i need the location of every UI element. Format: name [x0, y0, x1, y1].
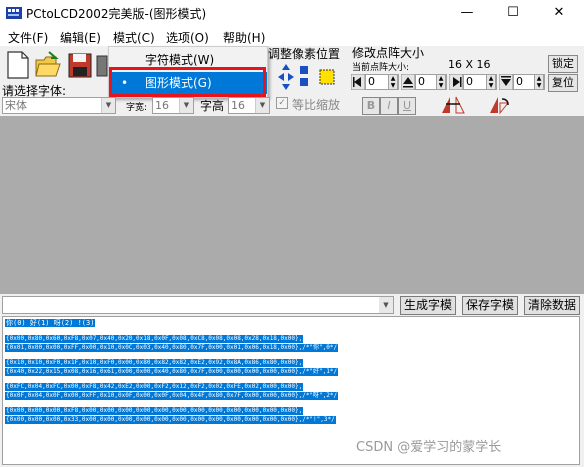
chevron-down-icon: ▼ — [179, 98, 193, 113]
output-line: {0x00,0x00,0x00,0xF8,0x00,0x00,0x00,0x00… — [5, 407, 304, 415]
partial-toolbar-icon[interactable] — [96, 50, 108, 80]
window-title: PCtoLCD2002完美版-(图形模式) — [26, 7, 207, 21]
menu-edit[interactable]: 编辑(E) — [60, 29, 101, 46]
font-select-value: 宋体 — [5, 99, 27, 112]
chevron-down-icon: ▼ — [101, 98, 115, 113]
menu-item-label: 字符模式(W) — [145, 53, 215, 67]
underline-button[interactable]: U — [398, 97, 416, 115]
output-line: {0x01,0x00,0x00,0xFF,0x00,0x10,0x0C,0x03… — [5, 344, 339, 352]
red-highlight-box — [109, 67, 266, 97]
lock-button[interactable]: 锁定 — [548, 55, 578, 73]
bold-button[interactable]: B — [362, 97, 380, 115]
current-size-label: 当前点阵大小: — [352, 63, 410, 73]
save-disk-icon[interactable] — [66, 50, 94, 80]
menu-help[interactable]: 帮助(H) — [223, 29, 265, 46]
adjust-pixel-label: 调整像素位置 — [268, 47, 341, 61]
chevron-down-icon: ▼ — [255, 98, 269, 113]
proportional-checkbox[interactable]: ✓ — [276, 97, 288, 109]
output-line: {0x10,0x10,0xF0,0x1F,0x10,0xF0,0x00,0x80… — [5, 359, 304, 367]
width-select-value: 16 — [155, 99, 169, 112]
spin-arrows-icon[interactable]: ▲ ▼ — [436, 74, 446, 90]
chevron-down-icon: ▼ — [379, 297, 393, 313]
open-folder-icon[interactable] — [34, 50, 62, 80]
new-file-icon[interactable] — [4, 50, 32, 80]
spin-arrows-icon[interactable]: ▲ ▼ — [388, 74, 398, 90]
output-line: {0x0F,0x04,0x0F,0x00,0xFF,0x10,0x0F,0x00… — [5, 392, 339, 400]
title-bar: PCtoLCD2002完美版-(图形模式) — ☐ ✕ — [0, 0, 584, 26]
width-select[interactable]: 16 ▼ — [152, 97, 194, 114]
minimize-button[interactable]: — — [444, 0, 490, 26]
font-select[interactable]: 宋体 ▼ — [2, 97, 116, 114]
output-line: 你(0) 好(1) 呀(2) !(3) — [5, 319, 96, 327]
drawing-canvas[interactable] — [0, 116, 584, 294]
pixel-shift-icons[interactable] — [276, 62, 338, 92]
watermark: CSDN @爱学习的蒙学长 — [356, 440, 502, 455]
italic-button[interactable]: I — [380, 97, 398, 115]
menu-bar: 文件(F) 编辑(E) 模式(C) 选项(O) 帮助(H) — [0, 26, 584, 46]
close-button[interactable]: ✕ — [536, 0, 582, 26]
width-decrease-icon[interactable] — [351, 74, 365, 90]
current-size-value: 16 X 16 — [448, 58, 491, 71]
restore-button[interactable]: 复位 — [548, 74, 578, 92]
proportional-label: 等比缩放 — [292, 98, 341, 112]
width-increase-icon[interactable] — [449, 74, 463, 90]
spin-arrows-icon[interactable]: ▲ ▼ — [534, 74, 544, 90]
output-line: {0x40,0x22,0x15,0x08,0x16,0x61,0x00,0x00… — [5, 368, 339, 376]
height-select-value: 16 — [231, 99, 245, 112]
rotate-icon[interactable] — [486, 95, 512, 115]
resize-grid-label: 修改点阵大小 — [352, 46, 425, 60]
output-line: {0xFC,0x04,0xFC,0x00,0xF8,0x42,0xE2,0x00… — [5, 383, 304, 391]
generate-button[interactable]: 生成字模 — [400, 296, 456, 315]
height-increase-icon[interactable] — [499, 74, 513, 90]
text-input[interactable]: ▼ — [2, 296, 394, 314]
width-label: 字宽: — [126, 103, 148, 113]
height-select[interactable]: 16 ▼ — [228, 97, 270, 114]
output-line: {0x00,0x00,0x00,0x33,0x00,0x00,0x00,0x00… — [5, 416, 336, 424]
app-icon — [6, 7, 22, 19]
menu-file[interactable]: 文件(F) — [8, 29, 48, 46]
save-button[interactable]: 保存字模 — [462, 296, 518, 315]
height-label: 字高 — [200, 99, 225, 113]
menu-options[interactable]: 选项(O) — [166, 29, 209, 46]
maximize-button[interactable]: ☐ — [490, 0, 536, 26]
height-decrease-icon[interactable] — [401, 74, 415, 90]
mirror-icon[interactable] — [440, 95, 466, 115]
output-line: {0x00,0x80,0x60,0xF8,0x07,0x40,0x20,0x18… — [5, 335, 304, 343]
spin-arrows-icon[interactable]: ▲ ▼ — [486, 74, 496, 90]
clear-button[interactable]: 清除数据 — [524, 296, 580, 315]
menu-mode[interactable]: 模式(C) — [113, 29, 155, 46]
